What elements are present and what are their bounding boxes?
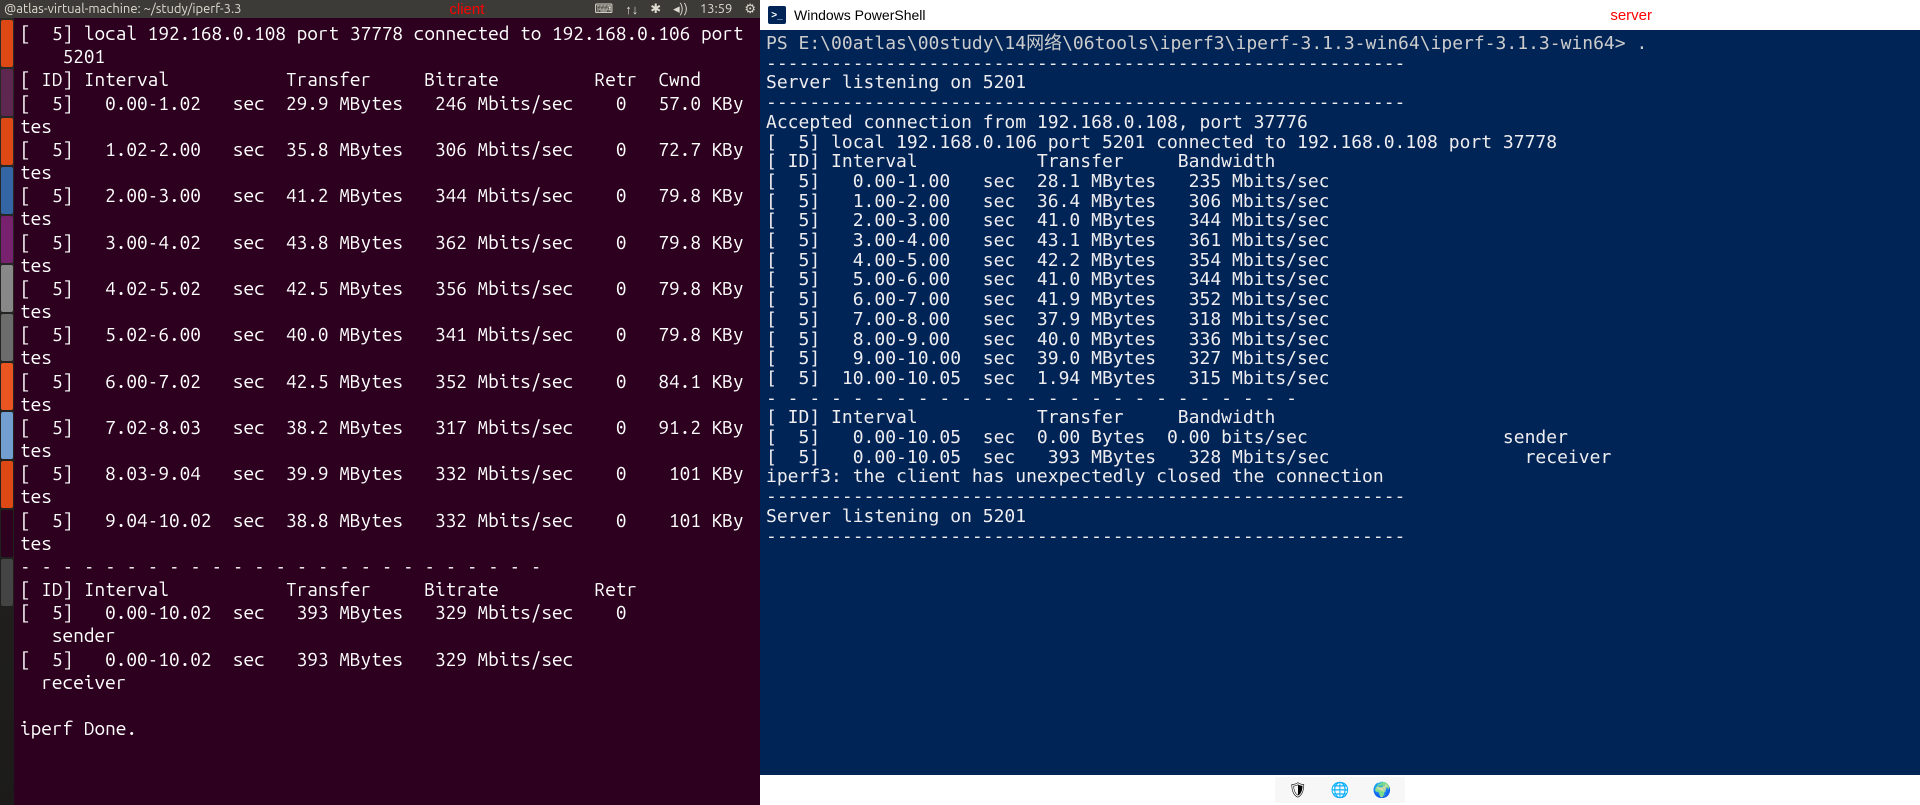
- client-terminal-output[interactable]: [ 5] local 192.168.0.108 port 37778 conn…: [14, 18, 760, 805]
- ubuntu-top-bar: @atlas-virtual-machine: ~/study/iperf-3.…: [0, 0, 760, 18]
- launcher-item-9[interactable]: [1, 461, 13, 508]
- launcher-item-11[interactable]: [1, 559, 13, 606]
- network-icon[interactable]: ↑↓: [625, 2, 638, 17]
- unity-launcher: [0, 18, 14, 805]
- windows-taskbar: 🛡 🌐 🌍: [760, 775, 1920, 805]
- security-shield-icon[interactable]: 🛡: [1289, 781, 1307, 799]
- launcher-item-6[interactable]: [1, 314, 13, 361]
- network-globe-icon[interactable]: 🌍: [1373, 781, 1391, 799]
- launcher-item-2[interactable]: [1, 118, 13, 165]
- input-method-icon[interactable]: ⌨: [594, 2, 613, 17]
- client-terminal-window: @atlas-virtual-machine: ~/study/iperf-3.…: [0, 0, 760, 805]
- powershell-title: Windows PowerShell: [794, 7, 1610, 23]
- powershell-title-bar: >_ Windows PowerShell server: [760, 0, 1920, 30]
- client-annotation: client: [449, 1, 484, 18]
- launcher-item-7[interactable]: [1, 363, 13, 410]
- launcher-item-8[interactable]: [1, 412, 13, 459]
- launcher-item-5[interactable]: [1, 265, 13, 312]
- server-terminal-output[interactable]: PS E:\00atlas\00study\14网络\06tools\iperf…: [760, 30, 1920, 775]
- launcher-item-4[interactable]: [1, 216, 13, 263]
- bluetooth-icon[interactable]: ✱: [650, 2, 661, 17]
- launcher-item-3[interactable]: [1, 167, 13, 214]
- gear-icon[interactable]: ⚙: [744, 2, 756, 17]
- system-tray: ⌨ ↑↓ ✱ ◂)) 13:59 ⚙: [594, 2, 756, 17]
- globe-icon[interactable]: 🌐: [1331, 781, 1349, 799]
- powershell-icon: >_: [768, 6, 786, 24]
- server-annotation: server: [1610, 7, 1652, 24]
- taskbar-tray: 🛡 🌐 🌍: [1275, 777, 1405, 803]
- server-terminal-window: >_ Windows PowerShell server PS E:\00atl…: [760, 0, 1920, 805]
- launcher-item-1[interactable]: [1, 69, 13, 116]
- sound-icon[interactable]: ◂)): [673, 2, 688, 17]
- clock[interactable]: 13:59: [700, 2, 733, 16]
- launcher-item-0[interactable]: [1, 20, 13, 67]
- launcher-item-10[interactable]: [1, 510, 13, 557]
- window-title: @atlas-virtual-machine: ~/study/iperf-3.…: [4, 2, 449, 16]
